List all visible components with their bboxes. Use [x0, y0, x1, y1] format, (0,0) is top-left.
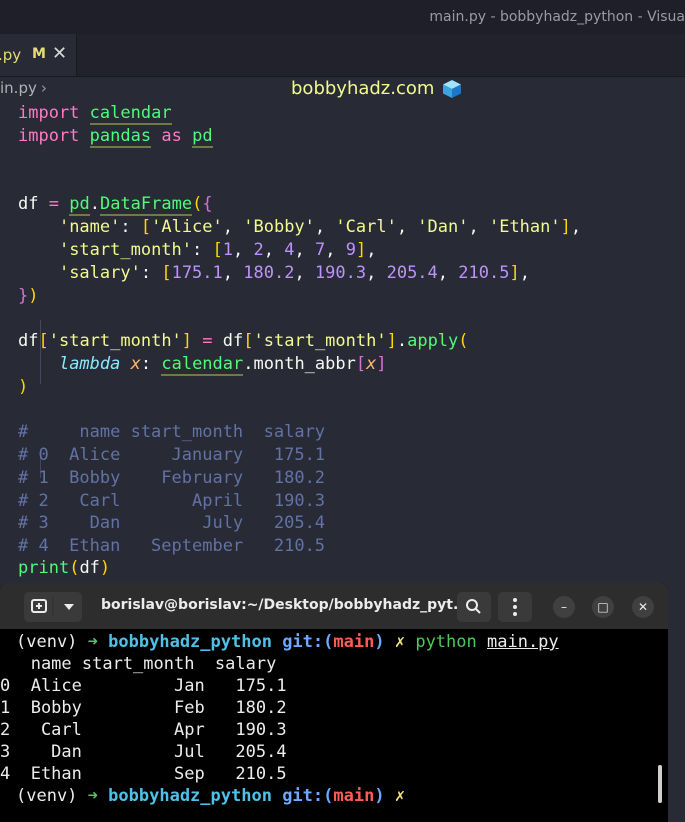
search-icon	[466, 599, 481, 614]
code-line: 'start_month': [1, 2, 4, 7, 9],	[58, 240, 377, 260]
site-banner: bobbyhadz.com	[291, 78, 435, 99]
chevron-right-icon: ›	[40, 79, 47, 97]
window-title: main.py - bobbyhadz_python - Visua	[429, 9, 685, 25]
editor-tabbar: .py M ✕ bobbyhadz.com	[0, 34, 685, 99]
terminal-output-line: name start_month salary	[0, 654, 277, 674]
terminal-output-line: 2 Carl Apr 190.3	[0, 720, 287, 740]
code-line: })	[18, 286, 39, 306]
comment-line: # 3 Dan July 205.4	[18, 513, 326, 533]
code-line: df['start_month'] = df['start_month'].ap…	[18, 331, 469, 351]
new-tab-icon	[31, 598, 74, 616]
terminal-output-line: 4 Ethan Sep 210.5	[0, 764, 287, 784]
terminal-scrollbar[interactable]	[658, 765, 662, 803]
modified-badge: M	[32, 46, 46, 62]
tab-main-py[interactable]: .py M ✕	[0, 34, 77, 76]
terminal-output-line: 0 Alice Jan 175.1	[0, 676, 287, 696]
terminal-output-line: 1 Bobby Feb 180.2	[0, 698, 287, 718]
code-line: 'name': ['Alice', 'Bobby', 'Carl', 'Dan'…	[58, 217, 582, 237]
code-line: import pandas as pd	[18, 126, 213, 148]
terminal-prompt-line: (venv) ➜ bobbyhadz_python git:(main) ✗	[16, 786, 406, 806]
terminal-prompt-line: (venv) ➜ bobbyhadz_python git:(main) ✗ p…	[16, 632, 559, 652]
terminal-title: borislav@borislav:~/Desktop/bobbyhadz_py…	[101, 597, 469, 613]
breadcrumb[interactable]: in.py ›	[0, 79, 47, 101]
comment-line: # 0 Alice January 175.1	[18, 445, 326, 465]
terminal-output-line: 3 Dan Jul 205.4	[0, 742, 287, 762]
code-line: lambda x: calendar.month_abbr[x]	[58, 354, 387, 376]
new-tab-button[interactable]	[24, 592, 82, 622]
cube-icon	[443, 80, 461, 98]
close-icon[interactable]: ✕	[52, 43, 67, 64]
breadcrumb-file[interactable]: in.py	[0, 79, 37, 97]
kebab-menu-icon	[513, 598, 517, 616]
terminal-headerbar: borislav@borislav:~/Desktop/bobbyhadz_py…	[0, 583, 668, 629]
maximize-button[interactable]: □	[592, 596, 614, 618]
comment-line: # 1 Bobby February 180.2	[18, 468, 326, 488]
close-button[interactable]: ✕	[632, 596, 654, 618]
code-line: print(df)	[18, 558, 111, 578]
code-line: )	[18, 377, 29, 397]
code-line: df = pd.DataFrame({	[18, 194, 213, 216]
code-line: import calendar	[18, 103, 172, 125]
tab-label: .py	[0, 46, 22, 64]
comment-line: # 4 Ethan September 210.5	[18, 536, 326, 556]
search-button[interactable]	[457, 592, 491, 622]
menu-button[interactable]	[498, 592, 532, 622]
comment-line: # 2 Carl April 190.3	[18, 491, 326, 511]
terminal-window[interactable]: borislav@borislav:~/Desktop/bobbyhadz_py…	[0, 583, 668, 822]
comment-line: # name start_month salary	[18, 422, 326, 442]
window-titlebar: main.py - bobbyhadz_python - Visua	[0, 0, 685, 34]
code-line: 'salary': [175.1, 180.2, 190.3, 205.4, 2…	[58, 263, 530, 283]
minimize-button[interactable]: –	[553, 596, 575, 618]
